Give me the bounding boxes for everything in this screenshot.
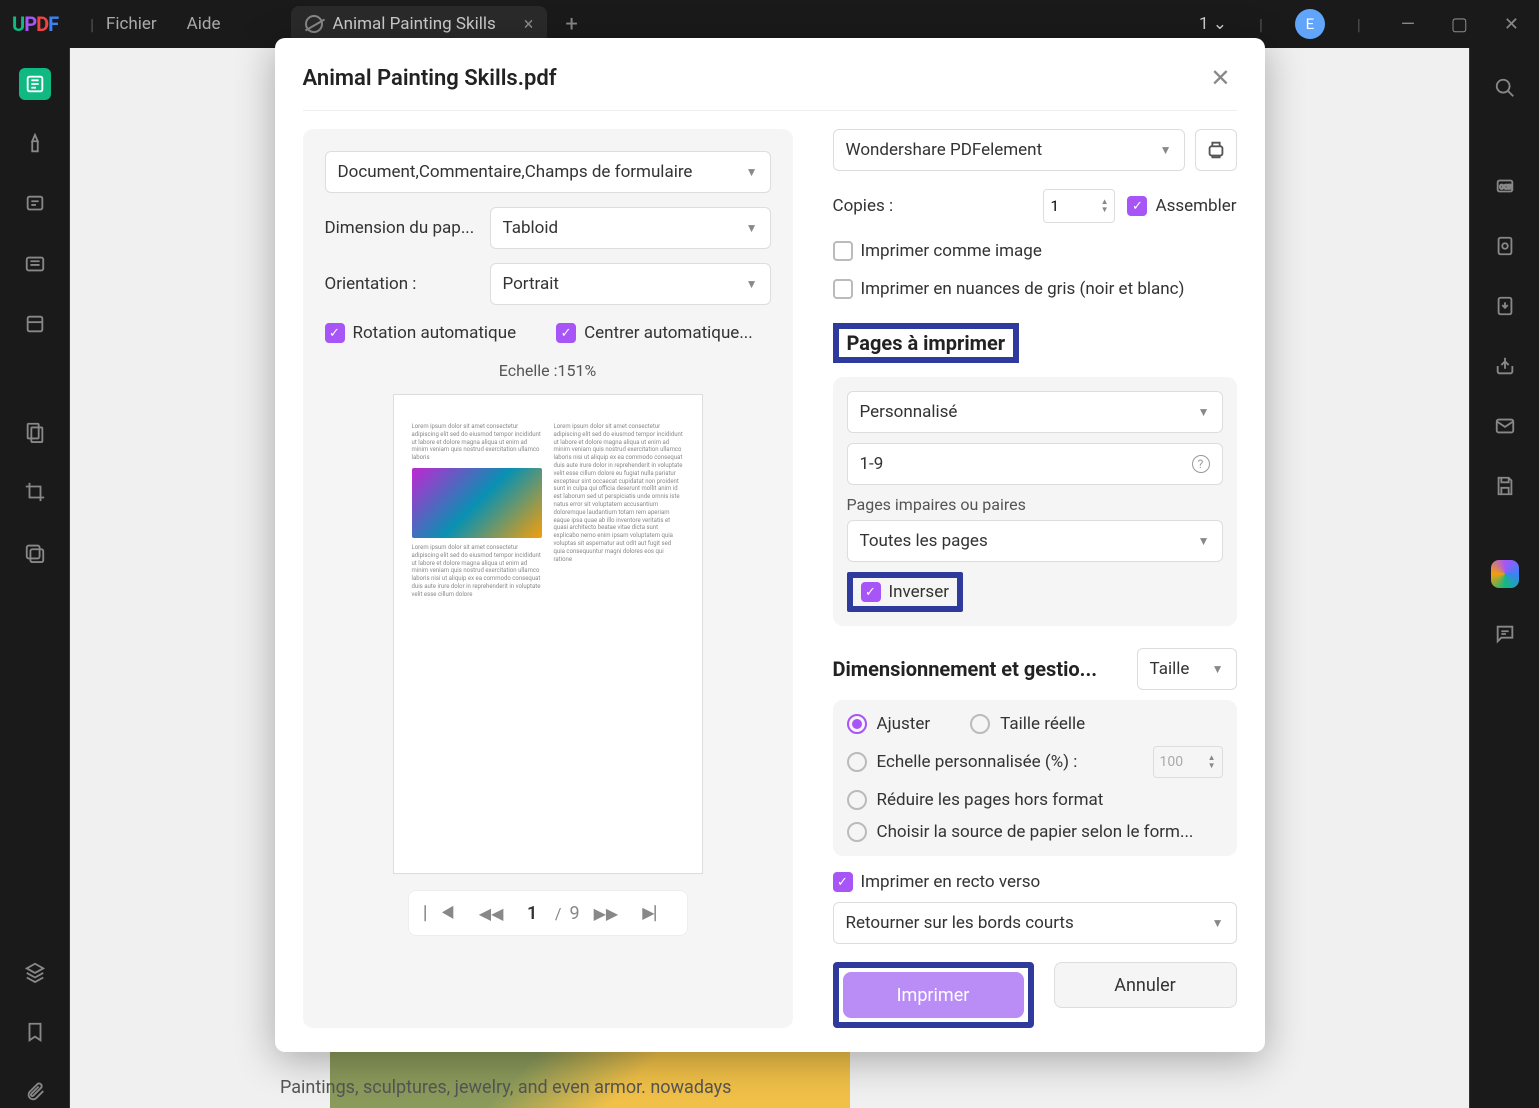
shrink-radio[interactable] <box>847 790 867 810</box>
sizing-mode-select[interactable]: Taille▼ <box>1137 648 1237 690</box>
settings-panel: Wondershare PDFelement▼ Copies : 1 ▲ <box>833 129 1237 1028</box>
page-range-input[interactable]: 1-9 ? <box>847 443 1223 485</box>
edit-tool-icon[interactable] <box>19 248 51 280</box>
tab-document-icon <box>305 15 323 33</box>
shrink-label: Réduire les pages hors format <box>877 790 1104 810</box>
minimize-button[interactable]: — <box>1393 10 1423 39</box>
grayscale-checkbox[interactable] <box>833 279 853 299</box>
paper-source-radio[interactable] <box>847 822 867 842</box>
user-avatar[interactable]: E <box>1295 9 1325 39</box>
document-tab[interactable]: Animal Painting Skills × <box>291 6 548 43</box>
page-preview: Lorem ipsum dolor sit amet consectetur a… <box>393 394 703 874</box>
svg-text:OCR: OCR <box>1499 183 1512 191</box>
modal-backdrop: Animal Painting Skills.pdf ✕ Document,Co… <box>70 48 1469 1108</box>
crop-tool-icon[interactable] <box>19 476 51 508</box>
pages-section: Personnalisé▼ 1-9 ? Pages impaires ou pa… <box>833 377 1237 626</box>
bookmark-icon[interactable] <box>19 1016 51 1048</box>
paper-size-label: Dimension du pap... <box>325 218 480 238</box>
email-icon[interactable] <box>1489 410 1521 442</box>
pages-section-header: Pages à imprimer <box>833 323 1020 363</box>
layers-icon[interactable] <box>19 956 51 988</box>
custom-scale-radio[interactable] <box>847 752 867 772</box>
scale-text: Echelle :151% <box>325 361 771 380</box>
ocr-icon[interactable]: OCR <box>1489 170 1521 202</box>
content-area: Paintings, sculptures, jewelry, and even… <box>70 48 1469 1108</box>
fit-label: Ajuster <box>877 714 931 734</box>
custom-scale-input[interactable]: 100 ▲▼ <box>1153 746 1223 778</box>
save-icon[interactable] <box>1489 470 1521 502</box>
current-page-input[interactable]: 1 <box>517 903 546 924</box>
tab-close-icon[interactable]: × <box>524 14 534 35</box>
copies-input[interactable]: 1 ▲▼ <box>1043 189 1115 223</box>
paper-size-select[interactable]: Tabloid▼ <box>490 207 771 249</box>
sizing-options: Ajuster Taille réelle Echelle personnali… <box>833 700 1237 856</box>
protect-icon[interactable] <box>1489 230 1521 262</box>
printer-select[interactable]: Wondershare PDFelement▼ <box>833 129 1185 171</box>
collate-checkbox[interactable]: ✓ <box>1127 196 1147 216</box>
search-icon[interactable] <box>1489 72 1521 104</box>
maximize-button[interactable]: ▢ <box>1443 10 1476 39</box>
share-icon[interactable] <box>1489 350 1521 382</box>
app-logo: UPDF <box>12 12 58 36</box>
reverse-label: Inverser <box>889 582 949 602</box>
odd-even-select[interactable]: Toutes les pages▼ <box>847 520 1223 562</box>
export-icon[interactable] <box>1489 290 1521 322</box>
highlight-tool-icon[interactable] <box>19 128 51 160</box>
document-count[interactable]: 1 ⌄ <box>1199 14 1227 34</box>
reader-tool-icon[interactable] <box>19 68 51 100</box>
attachment-icon[interactable] <box>19 1076 51 1108</box>
comment-tool-icon[interactable] <box>19 188 51 220</box>
auto-rotate-checkbox[interactable]: ✓ <box>325 323 345 343</box>
last-page-button[interactable]: ▶⎸ <box>632 897 680 929</box>
grayscale-label: Imprimer en nuances de gris (noir et bla… <box>861 279 1185 299</box>
orientation-label: Orientation : <box>325 274 480 294</box>
duplex-label: Imprimer en recto verso <box>861 872 1041 892</box>
odd-even-label: Pages impaires ou paires <box>847 495 1223 514</box>
print-button[interactable]: Imprimer <box>843 972 1024 1018</box>
prev-page-button[interactable]: ◀◀ <box>469 898 514 929</box>
layers-select[interactable]: Document,Commentaire,Champs de formulair… <box>325 151 771 193</box>
preview-panel: Document,Commentaire,Champs de formulair… <box>303 129 793 1028</box>
new-tab-button[interactable]: + <box>565 12 577 37</box>
form-tool-icon[interactable] <box>19 308 51 340</box>
page-navigator: ⎸◀ ◀◀ 1 / 9 ▶▶ ▶⎸ <box>408 890 688 936</box>
cancel-button[interactable]: Annuler <box>1054 962 1237 1008</box>
left-sidebar <box>0 48 70 1108</box>
print-as-image-label: Imprimer comme image <box>861 241 1042 261</box>
reverse-checkbox[interactable]: ✓ <box>861 582 881 602</box>
duplex-checkbox[interactable]: ✓ <box>833 872 853 892</box>
print-dialog: Animal Painting Skills.pdf ✕ Document,Co… <box>275 38 1265 1052</box>
orientation-select[interactable]: Portrait▼ <box>490 263 771 305</box>
sizing-section-header: Dimensionnement et gestio... <box>833 657 1121 681</box>
actual-size-label: Taille réelle <box>1000 714 1085 734</box>
help-icon[interactable]: ? <box>1192 455 1210 473</box>
auto-rotate-label: Rotation automatique <box>353 323 517 343</box>
dialog-title: Animal Painting Skills.pdf <box>303 66 557 91</box>
auto-center-checkbox[interactable]: ✓ <box>556 323 576 343</box>
right-sidebar: OCR <box>1469 48 1539 1108</box>
paper-source-label: Choisir la source de papier selon le for… <box>877 822 1194 842</box>
auto-center-label: Centrer automatique... <box>584 323 753 343</box>
watermark-tool-icon[interactable] <box>19 536 51 568</box>
fit-radio[interactable] <box>847 714 867 734</box>
total-pages: 9 <box>569 903 579 924</box>
organize-tool-icon[interactable] <box>19 416 51 448</box>
ai-assistant-icon[interactable] <box>1489 558 1521 590</box>
actual-size-radio[interactable] <box>970 714 990 734</box>
first-page-button[interactable]: ⎸◀ <box>415 897 465 929</box>
flip-select[interactable]: Retourner sur les bords courts▼ <box>833 902 1237 944</box>
collate-label: Assembler <box>1155 196 1236 216</box>
chat-icon[interactable] <box>1489 618 1521 650</box>
tab-title: Animal Painting Skills <box>333 14 496 34</box>
menu-help[interactable]: Aide <box>187 14 221 34</box>
menu-file[interactable]: Fichier <box>106 14 157 34</box>
printer-properties-button[interactable] <box>1195 129 1237 171</box>
custom-scale-label: Echelle personnalisée (%) : <box>877 752 1078 772</box>
close-window-button[interactable]: ✕ <box>1496 10 1527 39</box>
print-as-image-checkbox[interactable] <box>833 241 853 261</box>
page-range-mode-select[interactable]: Personnalisé▼ <box>847 391 1223 433</box>
dialog-close-icon[interactable]: ✕ <box>1204 62 1236 94</box>
copies-label: Copies : <box>833 196 894 216</box>
next-page-button[interactable]: ▶▶ <box>584 898 629 929</box>
